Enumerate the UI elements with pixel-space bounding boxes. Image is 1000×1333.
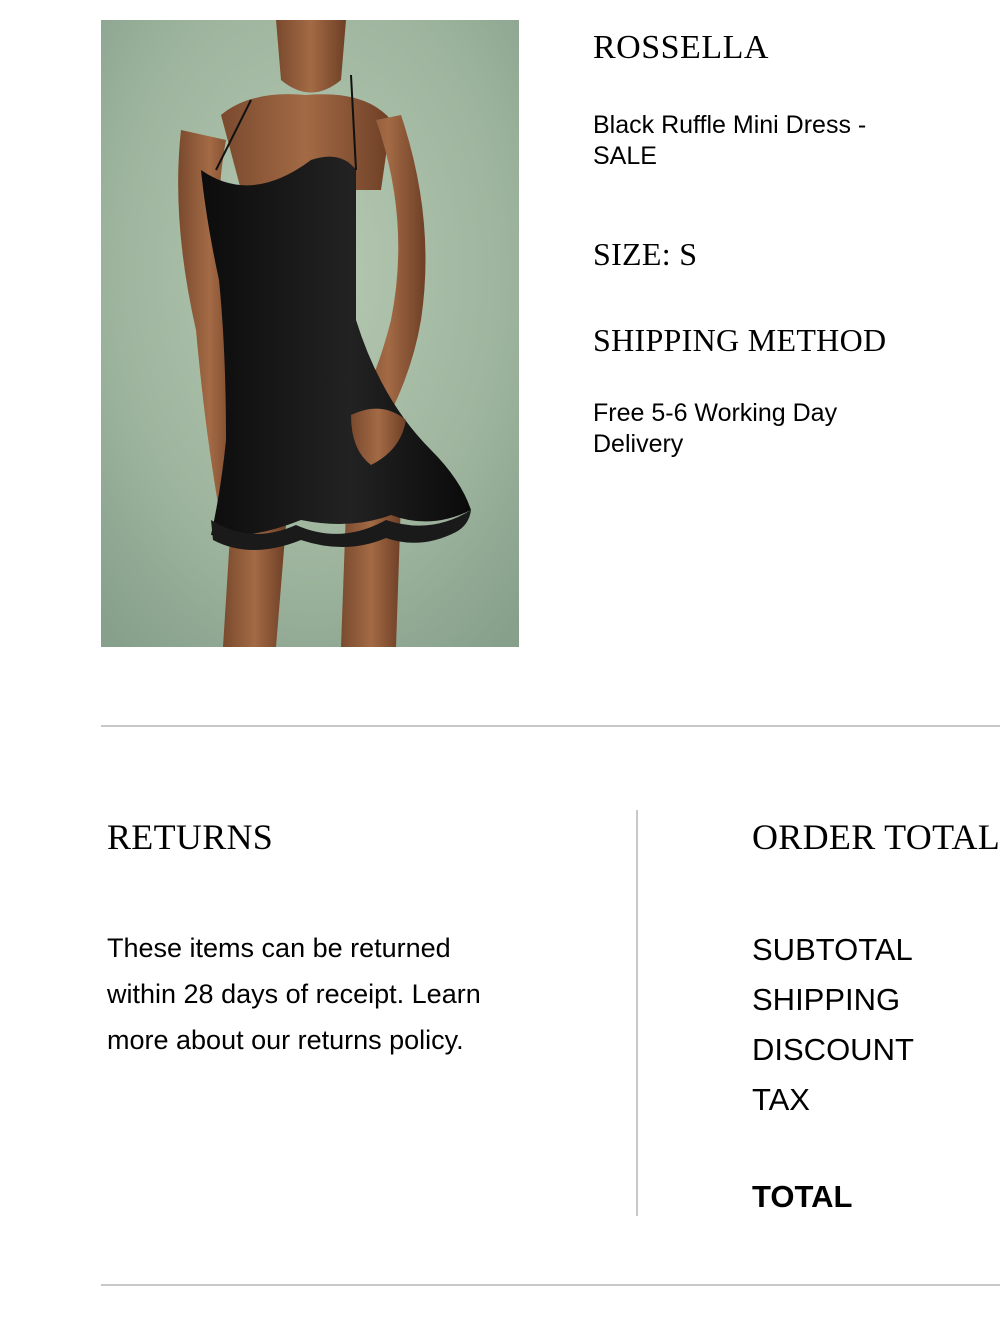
tax-label: TAX: [752, 1082, 810, 1117]
shipping-method-detail: Free 5-6 Working Day Delivery: [593, 399, 838, 458]
total-label: TOTAL: [752, 1179, 853, 1214]
order-summary-lines: SUBTOTAL SHIPPING DISCOUNT TAX: [752, 925, 992, 1125]
product-name: Black Ruffle Mini Dress - SALE: [593, 111, 867, 170]
shipping-label: SHIPPING: [752, 982, 901, 1017]
order-total-heading: ORDER TOTAL: [752, 817, 1000, 857]
returns-heading: RETURNS: [107, 817, 274, 857]
section-divider-bottom: [101, 1284, 1000, 1286]
product-size: SIZE: S: [593, 236, 698, 272]
product-image: [101, 20, 519, 647]
returns-policy-text: These items can be returned within 28 da…: [107, 933, 481, 1055]
dress-photo-illustration: [101, 20, 519, 647]
section-divider-top: [101, 725, 1000, 727]
discount-label: DISCOUNT: [752, 1032, 914, 1067]
product-brand: ROSSELLA: [593, 29, 769, 66]
subtotal-label: SUBTOTAL: [752, 932, 913, 967]
shipping-method-heading: SHIPPING METHOD: [593, 322, 887, 358]
column-divider: [636, 810, 638, 1216]
